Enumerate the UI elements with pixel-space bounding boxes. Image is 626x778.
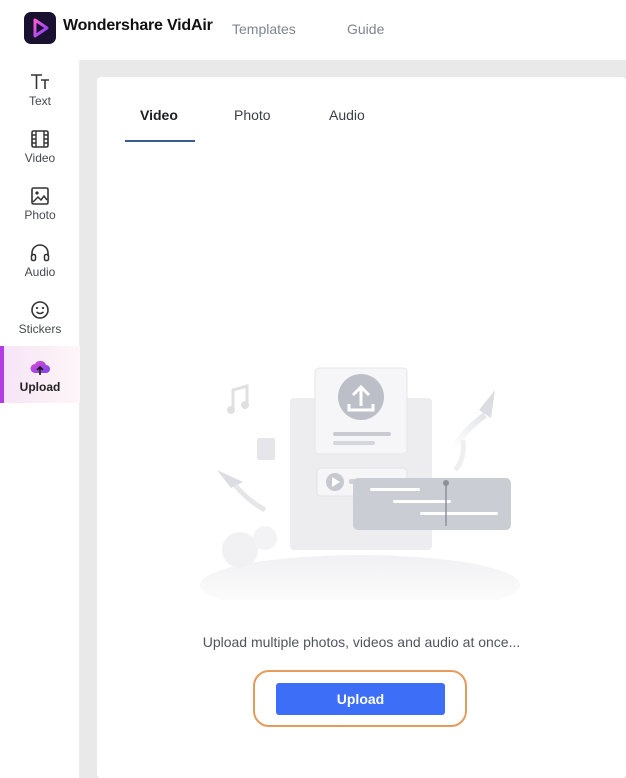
active-tab-indicator xyxy=(125,140,195,142)
cloud-upload-icon xyxy=(30,360,50,375)
sidebar-item-stickers[interactable]: Stickers xyxy=(0,288,80,345)
sidebar-item-audio[interactable]: Audio xyxy=(0,231,80,288)
upload-illustration xyxy=(200,367,520,600)
sidebar-item-label: Stickers xyxy=(18,322,62,336)
tab-video[interactable]: Video xyxy=(140,107,178,123)
nav-guide[interactable]: Guide xyxy=(347,21,384,37)
vidair-logo[interactable] xyxy=(24,12,56,44)
film-icon xyxy=(31,130,49,148)
sidebar-item-label: Upload xyxy=(19,380,61,394)
sidebar-item-photo[interactable]: Photo xyxy=(0,174,80,231)
sidebar-item-label: Audio xyxy=(24,265,56,279)
top-bar: Wondershare VidAir Templates Guide xyxy=(0,0,626,60)
sidebar-item-upload[interactable]: Upload xyxy=(0,346,80,403)
sidebar-item-label: Text xyxy=(28,94,51,108)
sidebar-item-text[interactable]: Text xyxy=(0,60,80,117)
play-logo-icon xyxy=(33,18,49,38)
upload-hint: Upload multiple photos, videos and audio… xyxy=(202,634,521,650)
tab-photo[interactable]: Photo xyxy=(234,107,271,123)
headphones-icon xyxy=(30,244,50,262)
sidebar: Text Video Photo Audio Stickers Upload xyxy=(0,60,80,778)
text-icon xyxy=(31,74,49,89)
sidebar-item-label: Photo xyxy=(24,208,56,222)
image-icon xyxy=(31,187,49,205)
tab-audio[interactable]: Audio xyxy=(329,107,365,123)
upload-button[interactable]: Upload xyxy=(276,683,445,715)
nav-templates[interactable]: Templates xyxy=(232,21,296,37)
sidebar-item-video[interactable]: Video xyxy=(0,117,80,174)
sidebar-item-label: Video xyxy=(24,151,56,165)
smiley-icon xyxy=(31,301,49,319)
brand-name: Wondershare VidAir xyxy=(63,17,213,34)
